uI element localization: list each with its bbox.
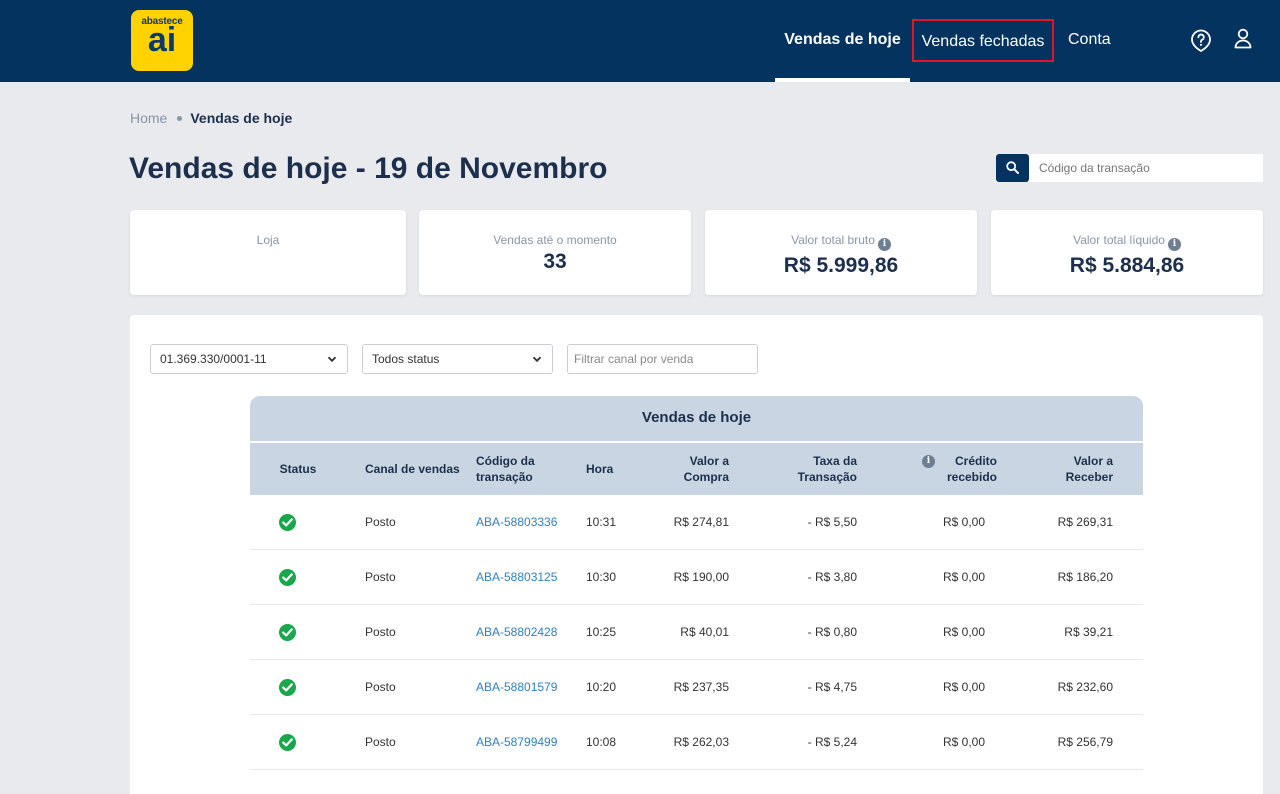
cell-credito: R$ 0,00 [942, 735, 985, 749]
search-icon [1006, 161, 1019, 174]
cell-transaction-code-link[interactable]: ABA-58803125 [476, 550, 557, 605]
card-gross-total: Valor total bruto i R$ 5.999,86 [705, 210, 977, 295]
card-sales-label: Vendas até o momento [493, 233, 617, 247]
cell-valor-compra: R$ 274,81 [673, 515, 729, 529]
channel-filter-input[interactable] [567, 344, 758, 374]
table-row[interactable]: Posto ABA-58801579 10:20 R$ 237,35 - R$ 4,75… [250, 660, 1143, 715]
info-icon[interactable]: i [877, 238, 891, 251]
breadcrumb-current: Vendas de hoje [190, 110, 293, 126]
column-header-credito: Crédito recebido [946, 454, 997, 484]
column-header-status: Status [279, 462, 317, 476]
breadcrumb: Home Vendas de hoje [130, 110, 292, 126]
cell-canal: Posto [365, 680, 396, 694]
column-header-credito-wrap: i Crédito recebido [922, 443, 997, 495]
info-icon[interactable]: i [1167, 238, 1181, 251]
cell-hora: 10:08 [586, 735, 617, 749]
card-store-label: Loja [256, 233, 280, 247]
cnpj-select-value: 01.369.330/0001-11 [160, 352, 267, 366]
cell-canal: Posto [365, 625, 396, 639]
table-row[interactable]: Posto ABA-58799499 10:08 R$ 262,03 - R$ 5,24… [250, 715, 1143, 770]
cell-valor-compra: R$ 237,35 [673, 680, 729, 694]
table-body: Posto ABA-58803336 10:31 R$ 274,81 - R$ 5,50… [250, 495, 1143, 770]
transaction-search [996, 154, 1263, 182]
card-sales-value: 33 [543, 250, 567, 273]
status-select-value: Todos status [372, 352, 440, 366]
search-button[interactable] [996, 154, 1029, 182]
table-header-row: Status Canal de vendas Código da transaç… [250, 441, 1143, 495]
column-header-canal: Canal de vendas [365, 462, 460, 476]
sales-table: Vendas de hoje Status Canal de vendas Có… [250, 396, 1143, 770]
status-ok-icon [279, 514, 296, 531]
card-net-value: R$ 5.884,86 [1069, 254, 1185, 277]
chevron-down-icon [532, 356, 542, 363]
card-gross-label-wrap: Valor total bruto i [705, 233, 977, 251]
sales-panel: 01.369.330/0001-11 Todos status Vendas d… [130, 315, 1263, 794]
top-navigation-bar: abastece ai Vendas de hoje Vendas fechad… [0, 0, 1280, 82]
cell-valor-receber: R$ 256,79 [1057, 735, 1113, 749]
cell-valor-receber: R$ 232,60 [1057, 680, 1113, 694]
card-net-label: Valor total líquido [1073, 233, 1165, 247]
table-row[interactable]: Posto ABA-58803125 10:30 R$ 190,00 - R$ 3,80… [250, 550, 1143, 605]
card-sales-count: Vendas até o momento 33 [419, 210, 691, 295]
nav-tab-vendas-fechadas[interactable]: Vendas fechadas [912, 19, 1054, 62]
page-title: Vendas de hoje - 19 de Novembro [129, 152, 608, 185]
cell-taxa: - R$ 5,50 [807, 515, 857, 529]
cell-transaction-code-link[interactable]: ABA-58799499 [476, 715, 557, 770]
cell-credito: R$ 0,00 [942, 570, 985, 584]
cell-valor-compra: R$ 262,03 [673, 735, 729, 749]
column-header-taxa: Taxa da Transação [797, 454, 857, 484]
cell-canal: Posto [365, 515, 396, 529]
cell-transaction-code-link[interactable]: ABA-58802428 [476, 605, 557, 660]
cell-valor-compra: R$ 40,01 [680, 625, 729, 639]
cell-taxa: - R$ 0,80 [807, 625, 857, 639]
breadcrumb-home-link[interactable]: Home [130, 110, 167, 126]
cell-taxa: - R$ 3,80 [807, 570, 857, 584]
card-net-label-wrap: Valor total líquido i [991, 233, 1263, 251]
card-net-total: Valor total líquido i R$ 5.884,86 [991, 210, 1263, 295]
cell-hora: 10:31 [586, 515, 617, 529]
table-row[interactable]: Posto ABA-58802428 10:25 R$ 40,01 - R$ 0,80 R… [250, 605, 1143, 660]
transaction-code-input[interactable] [1029, 154, 1263, 182]
breadcrumb-separator [177, 115, 183, 121]
cell-transaction-code-link[interactable]: ABA-58803336 [476, 495, 557, 550]
cell-valor-receber: R$ 269,31 [1057, 515, 1113, 529]
abastece-ai-logo[interactable]: abastece ai [131, 10, 193, 71]
cell-valor-compra: R$ 190,00 [673, 570, 729, 584]
status-ok-icon [279, 734, 296, 751]
cell-transaction-code-link[interactable]: ABA-58801579 [476, 660, 557, 715]
column-header-codigo: Código da transação [476, 454, 535, 484]
cell-canal: Posto [365, 735, 396, 749]
card-gross-value: R$ 5.999,86 [783, 254, 899, 277]
cell-hora: 10:20 [586, 680, 617, 694]
card-gross-label: Valor total bruto [791, 233, 875, 247]
status-ok-icon [279, 624, 296, 641]
nav-tab-vendas-de-hoje[interactable]: Vendas de hoje [775, 0, 910, 82]
cell-hora: 10:25 [586, 625, 617, 639]
cell-valor-receber: R$ 186,20 [1057, 570, 1113, 584]
user-profile-icon[interactable] [1233, 28, 1257, 52]
cell-taxa: - R$ 4,75 [807, 680, 857, 694]
column-header-hora: Hora [586, 462, 614, 476]
cnpj-select[interactable]: 01.369.330/0001-11 [150, 344, 348, 374]
status-ok-icon [279, 679, 296, 696]
column-header-compra: Valor a Compra [683, 454, 729, 484]
logo-text-bottom: ai [147, 21, 177, 59]
cell-taxa: - R$ 5,24 [807, 735, 857, 749]
column-header-receber: Valor a Receber [1065, 454, 1113, 484]
help-icon[interactable] [1189, 28, 1213, 53]
card-store: Loja [130, 210, 406, 295]
info-icon[interactable]: i [922, 455, 935, 468]
table-caption: Vendas de hoje [250, 396, 1143, 441]
status-select[interactable]: Todos status [362, 344, 553, 374]
cell-credito: R$ 0,00 [942, 625, 985, 639]
status-ok-icon [279, 569, 296, 586]
cell-valor-receber: R$ 39,21 [1064, 625, 1113, 639]
cell-credito: R$ 0,00 [942, 680, 985, 694]
table-row[interactable]: Posto ABA-58803336 10:31 R$ 274,81 - R$ 5,50… [250, 495, 1143, 550]
cell-credito: R$ 0,00 [942, 515, 985, 529]
nav-tab-conta[interactable]: Conta [1068, 0, 1111, 82]
cell-hora: 10:30 [586, 570, 617, 584]
chevron-down-icon [327, 356, 337, 363]
cell-canal: Posto [365, 570, 396, 584]
